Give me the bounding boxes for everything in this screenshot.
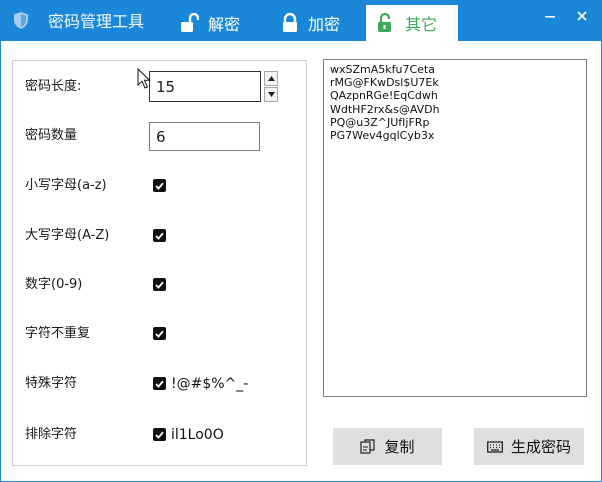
close-icon [577,11,587,21]
lock-icon [283,13,297,32]
copy-button[interactable]: 复制 [333,428,442,465]
password-count-value: 6 [156,127,166,146]
no-repeat-label: 字符不重复 [25,326,91,341]
app-window: 密码管理工具 解密 加密 其它 密码长度: 15 密码数量 6 小写字母(a-z… [0,0,602,482]
exclude-chars-value: il1Lo0O [171,427,224,443]
unlock-icon [378,13,391,32]
password-output[interactable]: wxSZmA5kfu7Ceta rMG@FKwDsl$U7Ek QAzpnRGe… [323,59,587,397]
tab-decrypt-label: 解密 [208,15,241,34]
exclude-chars-label: 排除字符 [25,427,78,442]
password-count-input[interactable]: 6 [149,122,260,151]
uppercase-label: 大写字母(A-Z) [25,228,110,243]
password-length-input[interactable]: 15 [149,71,261,102]
tab-encrypt-label: 加密 [308,15,341,34]
copy-icon [360,438,376,454]
checkmark-icon [155,380,164,388]
lowercase-label: 小写字母(a-z) [25,178,107,193]
digits-label: 数字(0-9) [25,277,83,292]
no-repeat-checkbox[interactable] [153,327,166,340]
checkmark-icon [155,182,164,190]
password-line: PQ@u3Z^JUfIjFRp [330,115,430,129]
copy-button-label: 复制 [384,438,415,456]
shield-icon [14,12,28,29]
special-chars-value: !@#$%^_- [171,376,249,392]
uppercase-checkbox[interactable] [153,229,166,242]
password-line: PG7Wev4gqlCyb3x [330,129,435,143]
exclude-chars-checkbox[interactable] [153,428,166,441]
special-chars-label: 特殊字符 [25,376,78,391]
checkmark-icon [155,330,164,338]
password-length-label: 密码长度: [25,79,82,94]
checkmark-icon [155,431,164,439]
tab-other[interactable]: 其它 [366,5,458,41]
minimize-icon [545,16,555,18]
tab-encrypt[interactable]: 加密 [281,5,361,41]
unlock-icon [181,13,199,32]
password-length-value: 15 [156,77,176,96]
options-panel [12,60,307,466]
generate-button-label: 生成密码 [510,438,571,456]
mouse-pointer-icon [137,68,151,89]
checkmark-icon [155,281,164,289]
generate-button[interactable]: 生成密码 [474,428,584,465]
password-line: rMG@FKwDsl$U7Ek [330,76,439,90]
lowercase-checkbox[interactable] [153,179,166,192]
tab-decrypt[interactable]: 解密 [181,5,271,41]
password-line: wxSZmA5kfu7Ceta [330,63,435,76]
close-button[interactable] [567,1,597,31]
title-bar: 密码管理工具 解密 加密 其它 [1,1,601,41]
app-title: 密码管理工具 [48,12,145,31]
chevron-down-icon [267,92,275,97]
digits-checkbox[interactable] [153,278,166,291]
length-increment-button[interactable] [264,71,278,86]
length-decrement-button[interactable] [264,87,278,102]
password-count-label: 密码数量 [25,128,78,143]
special-chars-checkbox[interactable] [153,377,166,390]
tab-other-label: 其它 [405,15,438,34]
checkmark-icon [155,232,164,240]
password-line: WdtHF2rx&s@AVDh [330,102,440,116]
chevron-up-icon [267,76,275,81]
password-line: QAzpnRGe!EqCdwh [330,89,438,103]
keyboard-icon [487,440,503,453]
minimize-button[interactable] [535,1,565,31]
